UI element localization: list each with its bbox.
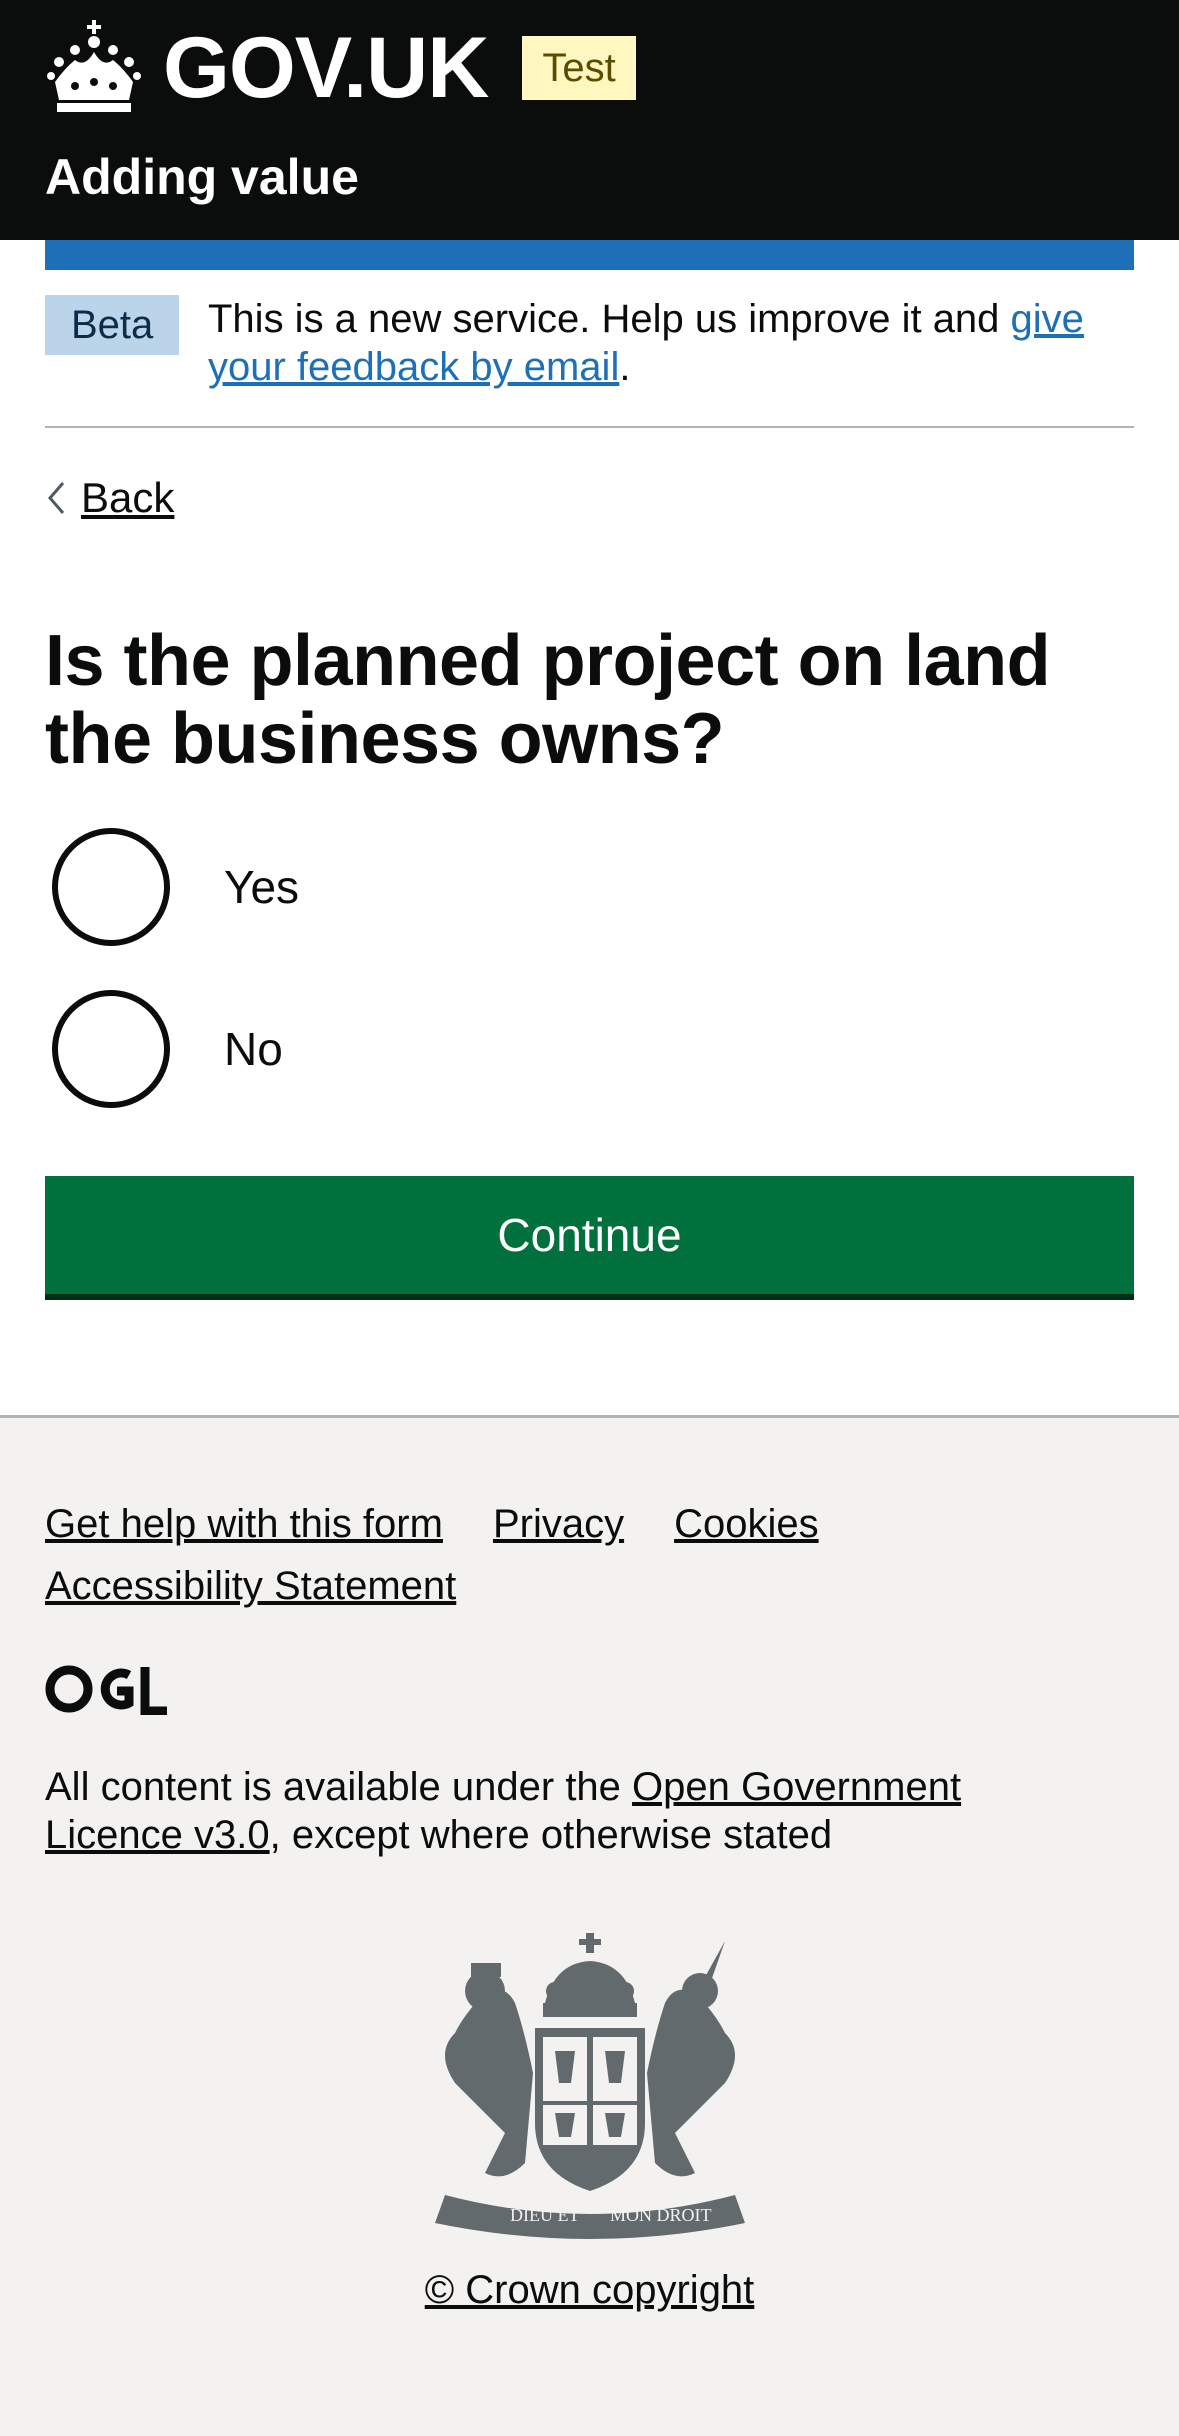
site-header: GOV.UK Test Adding value xyxy=(0,0,1179,240)
service-name-link[interactable]: Adding value xyxy=(45,148,359,206)
phase-banner: Beta This is a new service. Help us impr… xyxy=(45,295,1134,428)
footer-link-privacy[interactable]: Privacy xyxy=(493,1493,624,1555)
environment-tag: Test xyxy=(522,36,636,100)
crest-motto-left: DIEU ET xyxy=(510,2205,579,2225)
govuk-brand: GOV.UK xyxy=(163,20,489,116)
chevron-left-icon xyxy=(48,482,65,514)
govuk-logo-link[interactable]: GOV.UK Test xyxy=(45,18,636,118)
footer-link-help[interactable]: Get help with this form xyxy=(45,1493,443,1555)
copyright-link[interactable]: © Crown copyright xyxy=(425,2268,755,2312)
header-accent-bar xyxy=(45,240,1134,270)
radio-option-no[interactable]: No xyxy=(52,990,283,1108)
licence-text-after: , except where otherwise stated xyxy=(269,1813,833,1857)
radio-button-no[interactable] xyxy=(52,990,170,1108)
continue-button[interactable]: Continue xyxy=(45,1176,1134,1294)
footer-link-accessibility[interactable]: Accessibility Statement xyxy=(45,1555,456,1617)
ogl-logo-icon xyxy=(45,1665,167,1715)
radio-label-yes: Yes xyxy=(224,861,300,913)
licence-text-before: All content is available under the xyxy=(45,1765,633,1809)
licence-text: All content is available under the Open … xyxy=(45,1763,1095,1859)
radio-label-no: No xyxy=(224,1023,283,1075)
crest-motto-right: MON DROIT xyxy=(610,2205,712,2225)
phase-banner-text: This is a new service. Help us improve i… xyxy=(208,295,1134,391)
back-link-label: Back xyxy=(81,474,175,521)
page-title: Is the planned project on land the busin… xyxy=(45,621,1051,779)
royal-coat-of-arms-icon: DIEU ET MON DROIT xyxy=(435,1933,745,2239)
back-link[interactable]: Back xyxy=(45,474,174,522)
phase-text-before: This is a new service. Help us improve i… xyxy=(208,297,1011,341)
radio-button-yes[interactable] xyxy=(52,828,170,946)
crown-icon xyxy=(47,20,141,112)
beta-tag: Beta xyxy=(45,295,180,355)
copyright: © Crown copyright xyxy=(0,2268,1179,2313)
phase-text-after: . xyxy=(619,345,631,389)
footer-links: Get help with this form Privacy Cookies Ac… xyxy=(45,1493,1134,1617)
site-footer: Get help with this form Privacy Cookies Ac… xyxy=(0,1415,1179,2436)
footer-link-cookies[interactable]: Cookies xyxy=(674,1493,819,1555)
radio-option-yes[interactable]: Yes xyxy=(52,828,299,946)
